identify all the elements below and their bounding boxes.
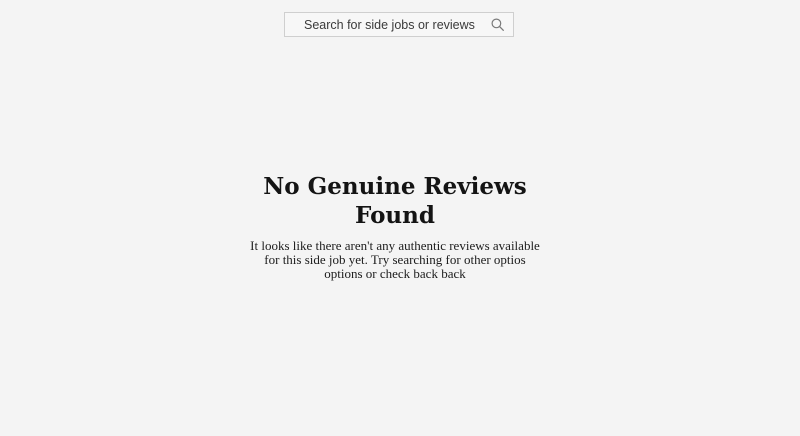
empty-state-message: It looks like there aren't any authentic…	[250, 238, 540, 281]
search-bar[interactable]	[284, 12, 514, 37]
search-icon[interactable]	[490, 18, 504, 32]
search-input[interactable]	[285, 13, 490, 36]
empty-state-title: No Genuine Reviews Found	[263, 173, 527, 229]
empty-state: No Genuine Reviews Found It looks like t…	[230, 172, 560, 281]
